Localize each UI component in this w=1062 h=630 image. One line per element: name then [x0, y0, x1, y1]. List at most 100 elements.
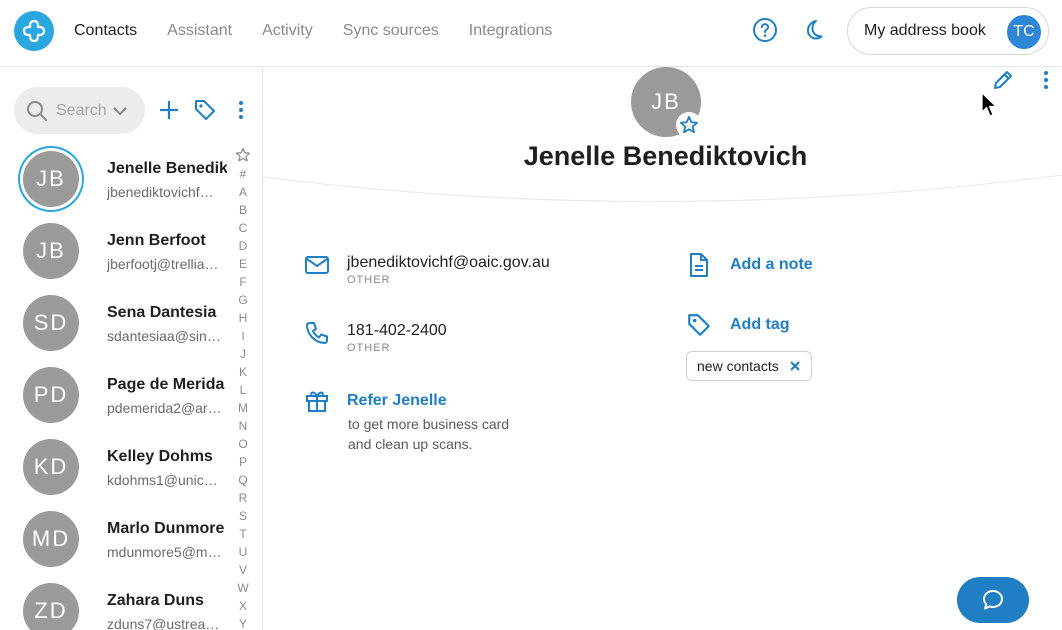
list-item[interactable]: JB Jenelle Benediktovich jbenediktovichf… [0, 145, 228, 217]
phone-value[interactable]: 181-402-2400 [347, 322, 447, 340]
user-avatar[interactable]: TC [1007, 15, 1041, 49]
tag-icon [686, 312, 712, 338]
more-options-icon[interactable] [229, 98, 253, 122]
alphabet-letter[interactable]: V [234, 561, 252, 579]
search-icon [27, 100, 47, 121]
alphabet-letter[interactable]: J [234, 345, 252, 363]
chevron-down-icon[interactable] [112, 103, 128, 119]
contact-name: Zahara Duns [107, 592, 204, 609]
avatar: MD [23, 511, 79, 567]
alphabet-letter[interactable]: O [234, 435, 252, 453]
alphabet-letter[interactable]: K [234, 363, 252, 381]
chat-bubble-icon [983, 590, 1003, 610]
close-icon[interactable] [789, 360, 801, 372]
refer-description-line2: and clean up scans. [348, 436, 473, 452]
favorites-star-icon[interactable] [234, 147, 252, 165]
alphabet-letter[interactable]: G [234, 291, 252, 309]
favorite-star-icon[interactable] [676, 112, 702, 138]
alphabet-letter[interactable]: D [234, 237, 252, 255]
alphabet-letter[interactable]: X [234, 597, 252, 615]
email-icon [304, 252, 330, 278]
email-type: OTHER [347, 274, 391, 286]
list-item[interactable]: SD Sena Dantesia sdantesiaa@sina.com.cn [0, 289, 228, 361]
contact-full-name: Jenelle Benediktovich [523, 141, 808, 171]
contact-name: Marlo Dunmore [107, 520, 225, 537]
add-note-link[interactable]: Add a note [730, 256, 813, 274]
refer-contact-link[interactable]: Refer Jenelle [347, 392, 447, 410]
app-logo-icon[interactable] [14, 11, 54, 51]
alphabet-letter[interactable]: U [234, 543, 252, 561]
alphabet-letter[interactable]: Q [234, 471, 252, 489]
contact-email: pdemerida2@arstechnica.com [107, 400, 225, 416]
contact-email: kdohms1@unicef.org [107, 472, 225, 488]
contacts-sidebar: JB Jenelle Benediktovich jbenediktovichf… [0, 67, 263, 630]
nav-assistant[interactable]: Assistant [167, 22, 232, 40]
alphabet-letter[interactable]: F [234, 273, 252, 291]
alphabet-letter[interactable]: A [234, 183, 252, 201]
nav-contacts[interactable]: Contacts [74, 22, 137, 40]
list-item[interactable]: JB Jenn Berfoot jberfootj@trellian.com [0, 217, 228, 289]
nav-integrations[interactable]: Integrations [469, 22, 553, 40]
contact-name: Kelley Dohms [107, 448, 213, 465]
more-options-icon[interactable] [1036, 68, 1056, 92]
mouse-cursor-icon [981, 92, 997, 117]
avatar: JB [23, 223, 79, 279]
list-item[interactable]: ZD Zahara Duns zduns7@ustream.tv [0, 577, 228, 630]
address-book-selector[interactable]: My address book TC [847, 7, 1049, 55]
alphabet-letter[interactable]: # [234, 165, 252, 183]
avatar: PD [23, 367, 79, 423]
contact-name: Jenn Berfoot [107, 232, 206, 249]
chat-button[interactable] [957, 577, 1029, 623]
search-box[interactable] [14, 87, 145, 134]
contact-email: jberfootj@trellian.com [107, 256, 225, 272]
contact-detail: JB Jenelle Benediktovich jbenediktovichf… [263, 67, 1062, 630]
alphabet-letter[interactable]: C [234, 219, 252, 237]
email-value[interactable]: jbenediktovichf@oaic.gov.au [347, 254, 550, 272]
tag-label: new contacts [697, 358, 779, 374]
contact-name: Page de Merida [107, 376, 225, 393]
tag-icon[interactable] [193, 98, 217, 122]
contact-email: mdunmore5@mozilla.com [107, 544, 225, 560]
help-icon[interactable] [752, 17, 778, 43]
contact-name: Sena Dantesia [107, 304, 217, 321]
alphabet-letter[interactable]: T [234, 525, 252, 543]
alphabet-letter[interactable]: Y [234, 615, 252, 630]
alphabet-letter[interactable]: I [234, 327, 252, 345]
alphabet-index: # A B C D E F G H I J K L M N O P Q R S … [234, 147, 252, 630]
nav-sync-sources[interactable]: Sync sources [343, 22, 439, 40]
add-contact-icon[interactable] [157, 98, 181, 122]
alphabet-letter[interactable]: S [234, 507, 252, 525]
alphabet-letter[interactable]: L [234, 381, 252, 399]
dark-mode-icon[interactable] [800, 17, 826, 43]
address-book-label: My address book [864, 22, 986, 39]
list-item[interactable]: PD Page de Merida pdemerida2@arstechnica… [0, 361, 228, 433]
add-tag-link[interactable]: Add tag [730, 316, 790, 334]
phone-type: OTHER [347, 342, 391, 354]
contact-email: sdantesiaa@sina.com.cn [107, 328, 225, 344]
alphabet-letter[interactable]: E [234, 255, 252, 273]
alphabet-letter[interactable]: N [234, 417, 252, 435]
alphabet-letter[interactable]: B [234, 201, 252, 219]
alphabet-letter[interactable]: R [234, 489, 252, 507]
tag-chip: new contacts [686, 351, 812, 381]
contact-name: Jenelle Benediktovich [107, 160, 227, 177]
nav-activity[interactable]: Activity [262, 22, 313, 40]
list-item[interactable]: KD Kelley Dohms kdohms1@unicef.org [0, 433, 228, 505]
avatar: ZD [23, 583, 79, 630]
main-nav: Contacts Assistant Activity Sync sources… [74, 0, 582, 62]
avatar: KD [23, 439, 79, 495]
top-bar: Contacts Assistant Activity Sync sources… [0, 0, 1062, 67]
note-icon [686, 252, 712, 278]
alphabet-letter[interactable]: W [234, 579, 252, 597]
gift-icon [304, 387, 330, 413]
avatar: JB [23, 151, 79, 207]
alphabet-letter[interactable]: P [234, 453, 252, 471]
search-input[interactable] [56, 101, 118, 120]
alphabet-letter[interactable]: M [234, 399, 252, 417]
phone-icon [304, 320, 330, 346]
edit-icon[interactable] [991, 68, 1015, 92]
alphabet-letter[interactable]: H [234, 309, 252, 327]
contact-email: jbenediktovichf@oaic.gov.au [107, 184, 225, 200]
avatar: SD [23, 295, 79, 351]
list-item[interactable]: MD Marlo Dunmore mdunmore5@mozilla.com [0, 505, 228, 577]
